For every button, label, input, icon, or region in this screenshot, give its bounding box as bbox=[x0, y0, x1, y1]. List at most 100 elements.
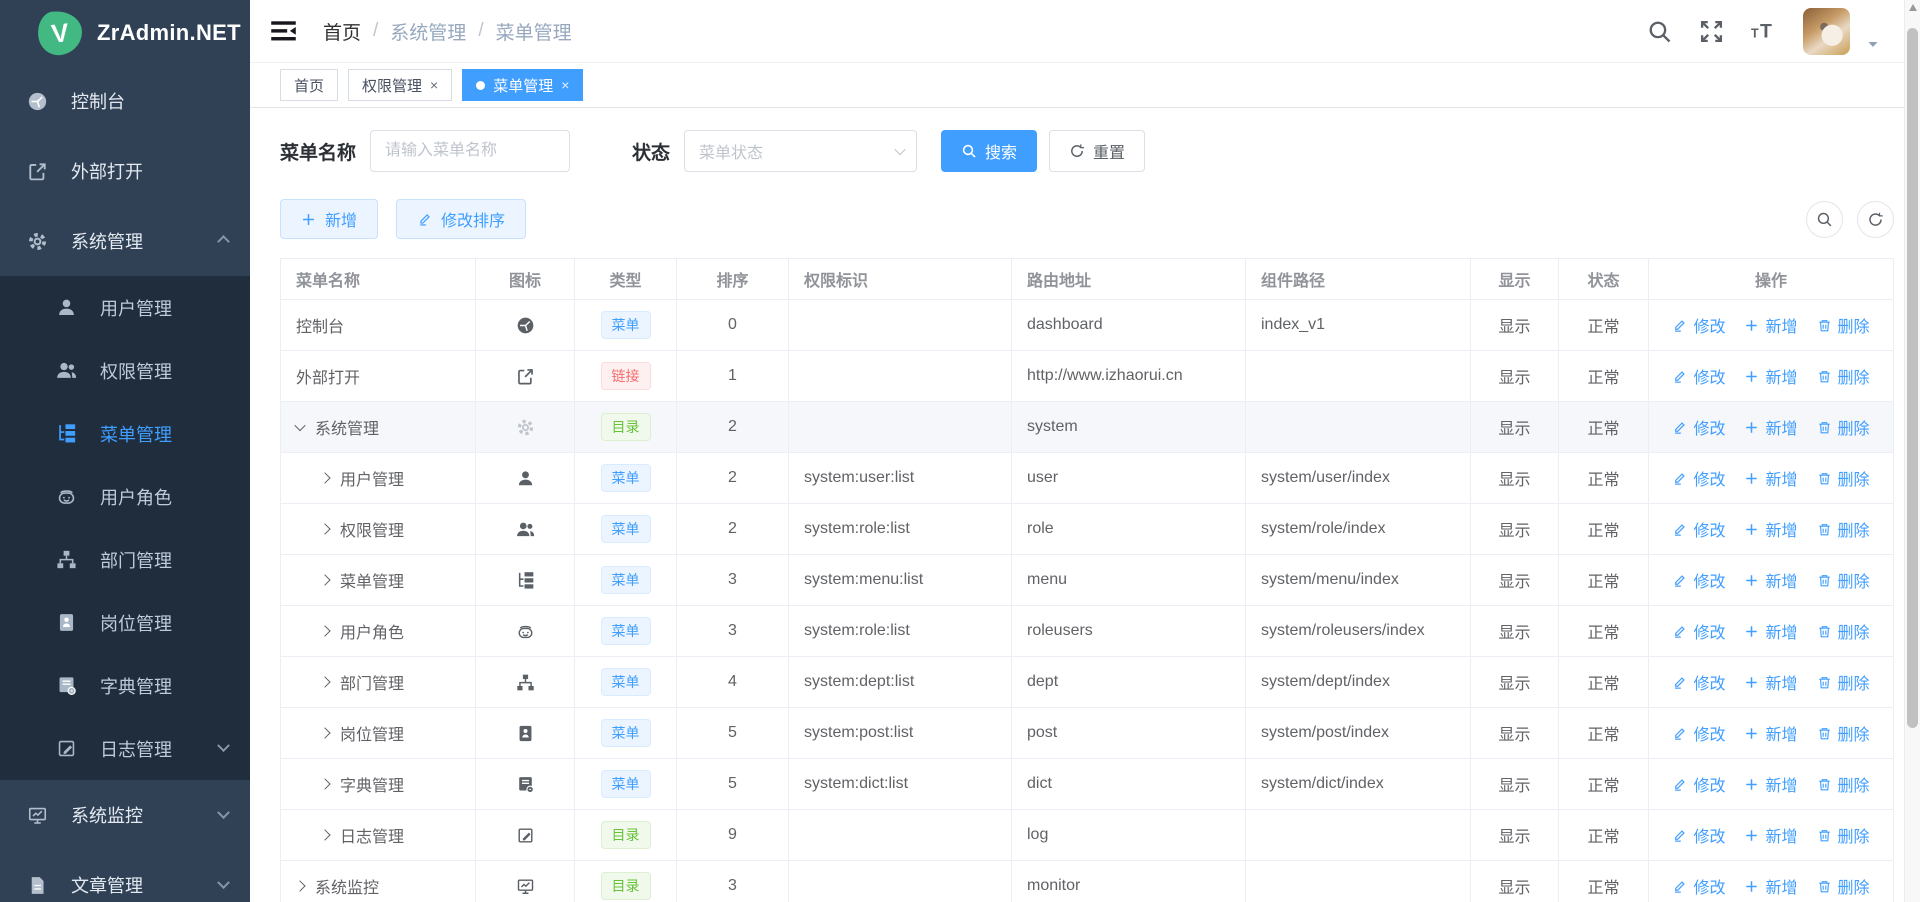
row-delete-button[interactable]: 删除 bbox=[1817, 874, 1870, 898]
row-delete-button[interactable]: 删除 bbox=[1817, 364, 1870, 388]
scrollbar-thumb[interactable] bbox=[1907, 28, 1918, 728]
row-add-button[interactable]: 新增 bbox=[1744, 568, 1797, 592]
row-edit-button[interactable]: 修改 bbox=[1672, 721, 1725, 745]
tree-expander-right-icon[interactable] bbox=[319, 727, 330, 738]
sidebar-item-menu[interactable]: 菜单管理 bbox=[0, 402, 250, 465]
row-delete-button[interactable]: 删除 bbox=[1817, 568, 1870, 592]
column-header: 菜单名称 bbox=[281, 259, 476, 300]
row-delete-button[interactable]: 删除 bbox=[1817, 313, 1870, 337]
fullscreen-icon[interactable] bbox=[1699, 19, 1724, 44]
row-add-button[interactable]: 新增 bbox=[1744, 364, 1797, 388]
avatar[interactable] bbox=[1803, 8, 1850, 55]
tree-expander-right-icon[interactable] bbox=[294, 880, 305, 891]
close-icon[interactable]: × bbox=[430, 78, 438, 92]
row-edit-button[interactable]: 修改 bbox=[1672, 568, 1725, 592]
menu-table: 菜单名称图标类型排序权限标识路由地址组件路径显示状态操作 控制台菜单0dashb… bbox=[280, 258, 1894, 902]
add-button[interactable]: 新增 bbox=[280, 199, 378, 239]
row-add-button[interactable]: 新增 bbox=[1744, 466, 1797, 490]
tree-expander-right-icon[interactable] bbox=[319, 625, 330, 636]
perms-value: system:role:list bbox=[789, 504, 1012, 555]
tab-label: 菜单管理 bbox=[493, 75, 553, 96]
row-edit-button[interactable]: 修改 bbox=[1672, 415, 1725, 439]
row-delete-button[interactable]: 删除 bbox=[1817, 721, 1870, 745]
row-delete-button[interactable]: 删除 bbox=[1817, 772, 1870, 796]
tree-expander-down-icon[interactable] bbox=[294, 420, 305, 431]
sidebar-item-article[interactable]: 文章管理 bbox=[0, 850, 250, 902]
row-edit-button[interactable]: 修改 bbox=[1672, 466, 1725, 490]
row-delete-button[interactable]: 删除 bbox=[1817, 619, 1870, 643]
id-badge-icon bbox=[56, 612, 77, 633]
sidebar-item-system[interactable]: 系统管理 bbox=[0, 206, 250, 276]
menu-name-input[interactable] bbox=[370, 130, 570, 172]
table-row: 控制台菜单0dashboardindex_v1显示正常修改新增删除 bbox=[281, 300, 1894, 351]
sidebar-item-console[interactable]: 控制台 bbox=[0, 66, 250, 136]
sidebar-item-dept[interactable]: 部门管理 bbox=[0, 528, 250, 591]
status-select[interactable]: 菜单状态 bbox=[684, 130, 917, 172]
row-add-button[interactable]: 新增 bbox=[1744, 517, 1797, 541]
show-search-button[interactable] bbox=[1806, 201, 1843, 238]
chevron-down-icon[interactable] bbox=[1865, 36, 1881, 52]
row-add-button[interactable]: 新增 bbox=[1744, 670, 1797, 694]
sidebar-item-user[interactable]: 用户管理 bbox=[0, 276, 250, 339]
row-add-button[interactable]: 新增 bbox=[1744, 772, 1797, 796]
row-add-button[interactable]: 新增 bbox=[1744, 415, 1797, 439]
row-edit-button[interactable]: 修改 bbox=[1672, 823, 1725, 847]
tree-expander-right-icon[interactable] bbox=[319, 574, 330, 585]
row-add-button[interactable]: 新增 bbox=[1744, 721, 1797, 745]
path-value: dict bbox=[1012, 759, 1246, 810]
row-edit-button[interactable]: 修改 bbox=[1672, 874, 1725, 898]
row-edit-button[interactable]: 修改 bbox=[1672, 364, 1725, 388]
breadcrumb-home[interactable]: 首页 bbox=[323, 18, 361, 45]
search-button[interactable]: 搜索 bbox=[941, 130, 1037, 172]
edit-sort-button[interactable]: 修改排序 bbox=[396, 199, 526, 239]
row-edit-button[interactable]: 修改 bbox=[1672, 670, 1725, 694]
sidebar-item-roleusers[interactable]: 用户角色 bbox=[0, 465, 250, 528]
row-delete-button[interactable]: 删除 bbox=[1817, 466, 1870, 490]
sidebar-collapse-icon[interactable] bbox=[270, 19, 297, 43]
scrollbar-up-arrow-icon[interactable] bbox=[1909, 4, 1917, 11]
row-edit-button[interactable]: 修改 bbox=[1672, 517, 1725, 541]
user-icon bbox=[516, 469, 535, 488]
sidebar-item-log[interactable]: 日志管理 bbox=[0, 717, 250, 780]
tab-首页[interactable]: 首页 bbox=[280, 69, 338, 101]
row-delete-button[interactable]: 删除 bbox=[1817, 823, 1870, 847]
sidebar-menu: 控制台外部打开系统管理用户管理权限管理菜单管理用户角色部门管理岗位管理字典管理日… bbox=[0, 66, 250, 902]
row-add-button[interactable]: 新增 bbox=[1744, 619, 1797, 643]
row-delete-button[interactable]: 删除 bbox=[1817, 517, 1870, 541]
row-add-button[interactable]: 新增 bbox=[1744, 313, 1797, 337]
row-delete-button[interactable]: 删除 bbox=[1817, 670, 1870, 694]
visible-value: 显示 bbox=[1471, 759, 1559, 810]
sidebar-item-external[interactable]: 外部打开 bbox=[0, 136, 250, 206]
edit-icon bbox=[1672, 675, 1687, 690]
tree-expander-right-icon[interactable] bbox=[319, 523, 330, 534]
page-scrollbar[interactable] bbox=[1904, 0, 1920, 902]
sidebar-item-role[interactable]: 权限管理 bbox=[0, 339, 250, 402]
row-add-button[interactable]: 新增 bbox=[1744, 874, 1797, 898]
log-edit-icon bbox=[56, 738, 77, 759]
type-tag: 目录 bbox=[601, 413, 651, 441]
refresh-table-button[interactable] bbox=[1857, 201, 1894, 238]
tree-expander-right-icon[interactable] bbox=[319, 829, 330, 840]
font-size-icon[interactable]: T T bbox=[1751, 19, 1776, 44]
close-icon[interactable]: × bbox=[561, 78, 569, 92]
row-edit-button[interactable]: 修改 bbox=[1672, 619, 1725, 643]
search-icon[interactable] bbox=[1647, 19, 1672, 44]
sidebar-item-dict[interactable]: 字典管理 bbox=[0, 654, 250, 717]
reset-button[interactable]: 重置 bbox=[1049, 130, 1145, 172]
row-edit-button[interactable]: 修改 bbox=[1672, 772, 1725, 796]
edit-icon bbox=[1672, 573, 1687, 588]
row-edit-button[interactable]: 修改 bbox=[1672, 313, 1725, 337]
sort-value: 2 bbox=[677, 453, 789, 504]
tab-权限管理[interactable]: 权限管理× bbox=[348, 69, 452, 101]
row-delete-button[interactable]: 删除 bbox=[1817, 415, 1870, 439]
tree-expander-right-icon[interactable] bbox=[319, 778, 330, 789]
row-add-button[interactable]: 新增 bbox=[1744, 823, 1797, 847]
sidebar-item-post[interactable]: 岗位管理 bbox=[0, 591, 250, 654]
tree-expander-right-icon[interactable] bbox=[319, 676, 330, 687]
tree-expander-right-icon[interactable] bbox=[319, 472, 330, 483]
delete-icon bbox=[1817, 828, 1832, 843]
delete-icon bbox=[1817, 777, 1832, 792]
sidebar-item-monitor[interactable]: 系统监控 bbox=[0, 780, 250, 850]
tab-菜单管理[interactable]: 菜单管理 × bbox=[462, 69, 583, 101]
status-value: 正常 bbox=[1559, 657, 1649, 708]
